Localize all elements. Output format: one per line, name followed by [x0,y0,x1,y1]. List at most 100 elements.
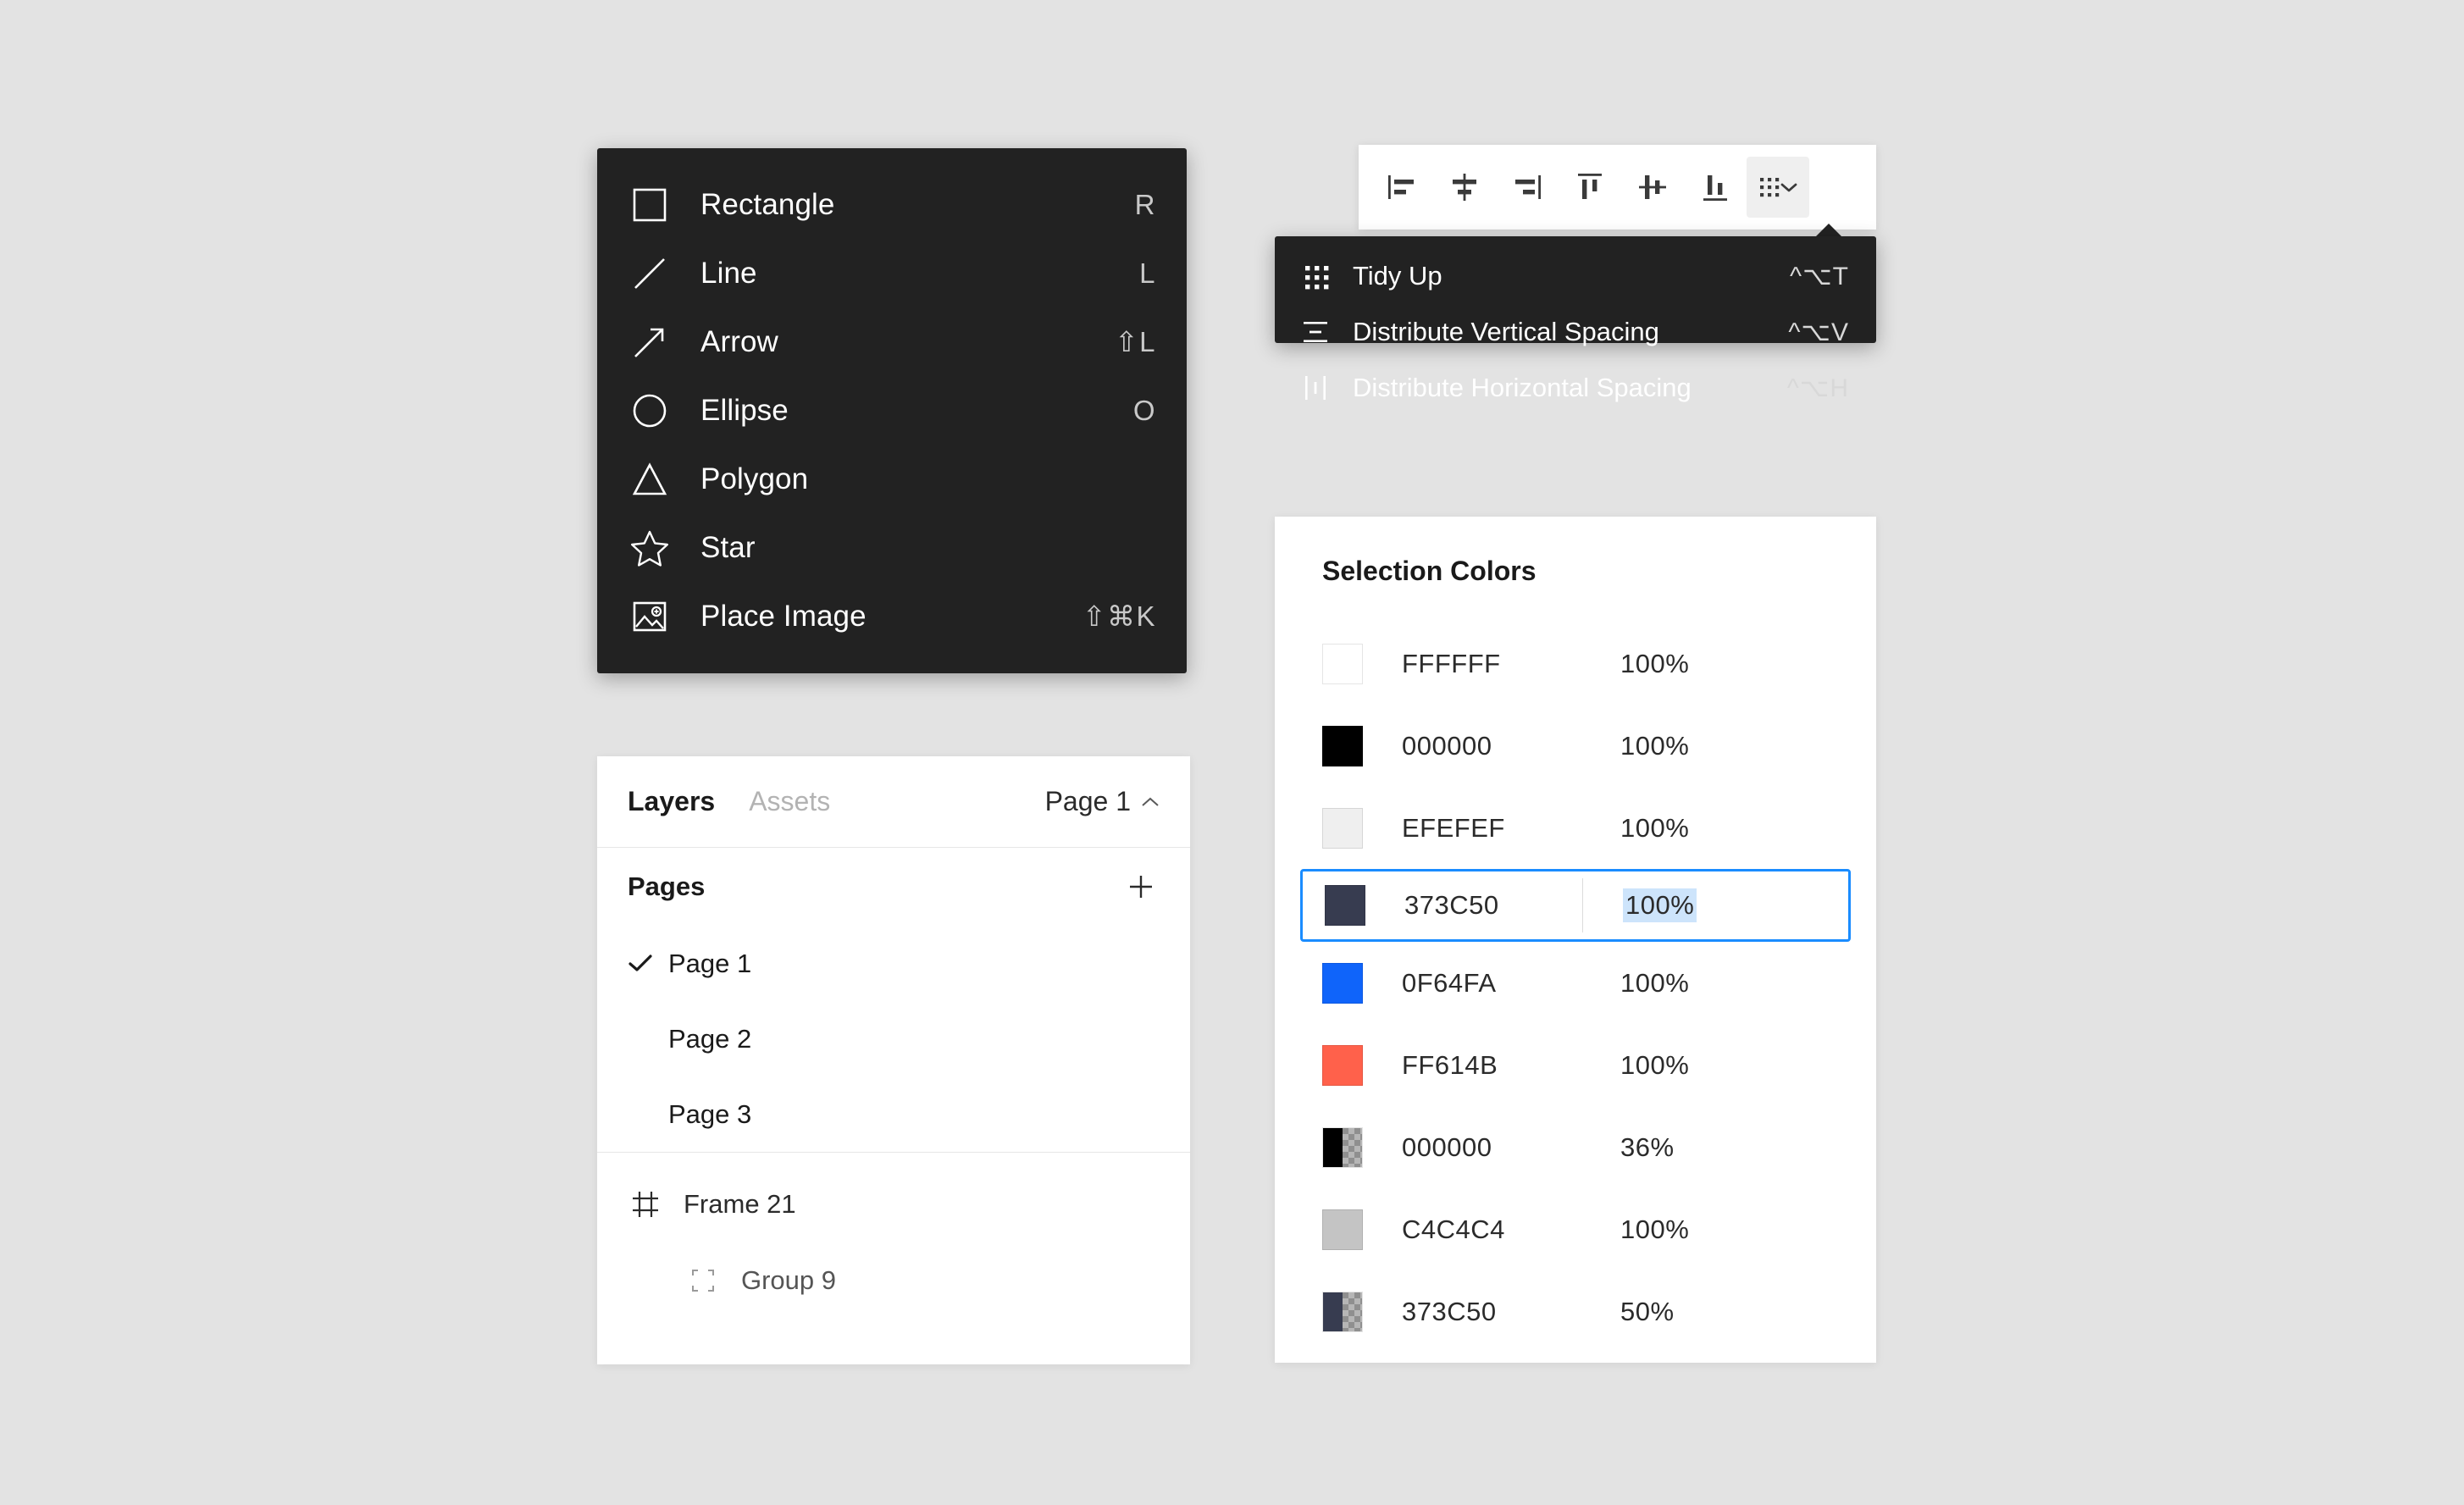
color-opacity-value[interactable]: 100% [1620,649,1689,679]
shape-menu-item-shortcut: L [1139,257,1156,289]
layer-tree-item-label: Group 9 [741,1265,837,1295]
color-opacity-value[interactable]: 100% [1620,731,1689,761]
color-hex-value[interactable]: EFEFEF [1402,813,1580,844]
color-swatch[interactable] [1322,807,1363,849]
align-horizontal-center-icon [1448,170,1481,204]
color-opacity-value[interactable]: 36% [1620,1132,1675,1163]
shape-menu-item-arrow[interactable]: Arrow ⇧L [597,307,1187,376]
align-dropdown-item-distribute-vertical-spacing[interactable]: Distribute Vertical Spacing ^⌥V [1275,304,1876,360]
selection-color-row[interactable]: FF614B 100% [1275,1024,1876,1106]
page-list-item[interactable]: Page 1 [597,926,1190,1001]
tab-assets[interactable]: Assets [749,786,830,817]
color-swatch[interactable] [1325,885,1365,926]
align-bottom-button[interactable] [1684,157,1747,218]
selection-color-row[interactable]: 000000 36% [1275,1106,1876,1188]
color-hex-value[interactable]: 373C50 [1404,890,1582,921]
layers-panel-tabs: Layers Assets Page 1 [597,756,1190,848]
color-opacity-value[interactable]: 100% [1620,968,1689,999]
shape-menu-item-star[interactable]: Star [597,513,1187,582]
color-opacity-value[interactable]: 100% [1623,888,1697,922]
align-dropdown-item-label: Distribute Horizontal Spacing [1353,373,1692,402]
align-vertical-center-button[interactable] [1621,157,1684,218]
align-horizontal-center-button[interactable] [1433,157,1496,218]
chevron-down-icon [1779,180,1799,194]
color-opacity-value[interactable]: 100% [1620,1215,1689,1245]
layer-tree-item-label: Frame 21 [684,1189,796,1219]
align-dropdown-item-tidy-up[interactable]: Tidy Up ^⌥T [1275,248,1876,304]
align-bottom-icon [1698,170,1732,204]
color-opacity-value[interactable]: 100% [1620,1050,1689,1081]
selection-color-row[interactable]: 000000 100% [1275,705,1876,787]
selection-color-row[interactable]: 373C50 50% [1275,1270,1876,1353]
tidy-up-grid-icon [1298,259,1332,293]
selection-color-row[interactable]: 373C50 100% [1300,869,1851,942]
page-selector[interactable]: Page 1 [1045,786,1160,817]
selection-colors-panel: Selection Colors FFFFFF 100% 000000 100%… [1275,517,1876,1363]
color-swatch[interactable] [1322,962,1363,1004]
color-hex-value[interactable]: FF614B [1402,1050,1580,1081]
shape-menu-item-polygon[interactable]: Polygon [597,445,1187,513]
shape-menu-item-shortcut: ⇧⌘K [1082,600,1156,632]
layer-tree-item[interactable]: Frame 21 [597,1166,1190,1242]
align-dropdown-item-shortcut: ^⌥H [1786,373,1849,402]
color-hex-value[interactable]: FFFFFF [1402,649,1580,679]
shape-menu-item-label: Line [700,256,757,290]
selection-color-row[interactable]: C4C4C4 100% [1275,1188,1876,1270]
page-list-item-label: Page 3 [668,1098,752,1129]
align-right-icon [1510,170,1544,204]
add-page-button[interactable] [1122,868,1160,905]
shape-menu-item-ellipse[interactable]: Ellipse O [597,376,1187,445]
selection-color-row[interactable]: EFEFEF 100% [1275,787,1876,869]
align-left-icon [1385,170,1419,204]
align-dropdown-item-shortcut: ^⌥T [1790,262,1849,290]
align-dropdown-item-shortcut: ^⌥V [1788,318,1849,346]
figma-ui-canvas: Rectangle R Line L Arrow ⇧L Ellipse O Po… [0,0,2464,1505]
color-swatch[interactable] [1322,1126,1363,1168]
ellipse-icon [626,387,673,434]
shape-menu-item-rectangle[interactable]: Rectangle R [597,170,1187,239]
color-hex-value[interactable]: 373C50 [1402,1297,1580,1327]
shape-menu-item-place-image[interactable]: Place Image ⇧⌘K [597,582,1187,650]
tab-layers[interactable]: Layers [628,786,715,817]
shape-menu-item-label: Place Image [700,599,867,633]
selection-color-row[interactable]: FFFFFF 100% [1275,622,1876,705]
color-swatch[interactable] [1322,1209,1363,1250]
layer-tree-item[interactable]: Group 9 [597,1242,1190,1319]
color-opacity-value[interactable]: 50% [1620,1297,1675,1327]
tidy-up-menu-button[interactable] [1747,157,1809,218]
distribute-vertical-icon [1298,315,1332,349]
align-top-button[interactable] [1559,157,1621,218]
color-hex-value[interactable]: 000000 [1402,731,1580,761]
color-hex-value[interactable]: 000000 [1402,1132,1580,1163]
align-left-button[interactable] [1370,157,1433,218]
color-swatch[interactable] [1322,643,1363,684]
pages-heading: Pages [628,871,706,901]
frame-icon [628,1190,663,1219]
page-list-item[interactable]: Page 2 [597,1001,1190,1076]
align-right-button[interactable] [1496,157,1559,218]
page-selector-label: Page 1 [1044,786,1131,816]
shape-menu-item-label: Arrow [700,324,778,358]
color-swatch[interactable] [1322,1044,1363,1086]
shape-menu-item-shortcut: R [1134,188,1156,220]
page-list-item-label: Page 1 [668,948,752,978]
color-hex-value[interactable]: C4C4C4 [1402,1215,1580,1245]
selection-color-row[interactable]: 0F64FA 100% [1275,942,1876,1024]
color-opacity-value[interactable]: 100% [1620,813,1689,844]
page-list-item[interactable]: Page 3 [597,1076,1190,1152]
group-icon [685,1268,721,1293]
shape-menu-item-label: Star [700,530,756,564]
color-swatch[interactable] [1322,725,1363,766]
align-dropdown-item-distribute-horizontal-spacing[interactable]: Distribute Horizontal Spacing ^⌥H [1275,360,1876,416]
shape-menu-item-line[interactable]: Line L [597,239,1187,307]
chevron-up-icon [1141,796,1160,808]
page-list-item-label: Page 2 [668,1023,752,1054]
align-dropdown-item-label: Distribute Vertical Spacing [1353,317,1659,346]
layers-tree: Frame 21 Group 9 [597,1153,1190,1336]
color-swatch[interactable] [1322,1291,1363,1332]
selection-colors-title: Selection Colors [1322,556,1537,586]
color-hex-value[interactable]: 0F64FA [1402,968,1580,999]
arrow-icon [626,318,673,366]
pages-section: Pages Page 1 Page 2 Page 3 [597,848,1190,1153]
align-dropdown-menu: Tidy Up ^⌥T Distribute Vertical Spacing … [1275,236,1876,402]
